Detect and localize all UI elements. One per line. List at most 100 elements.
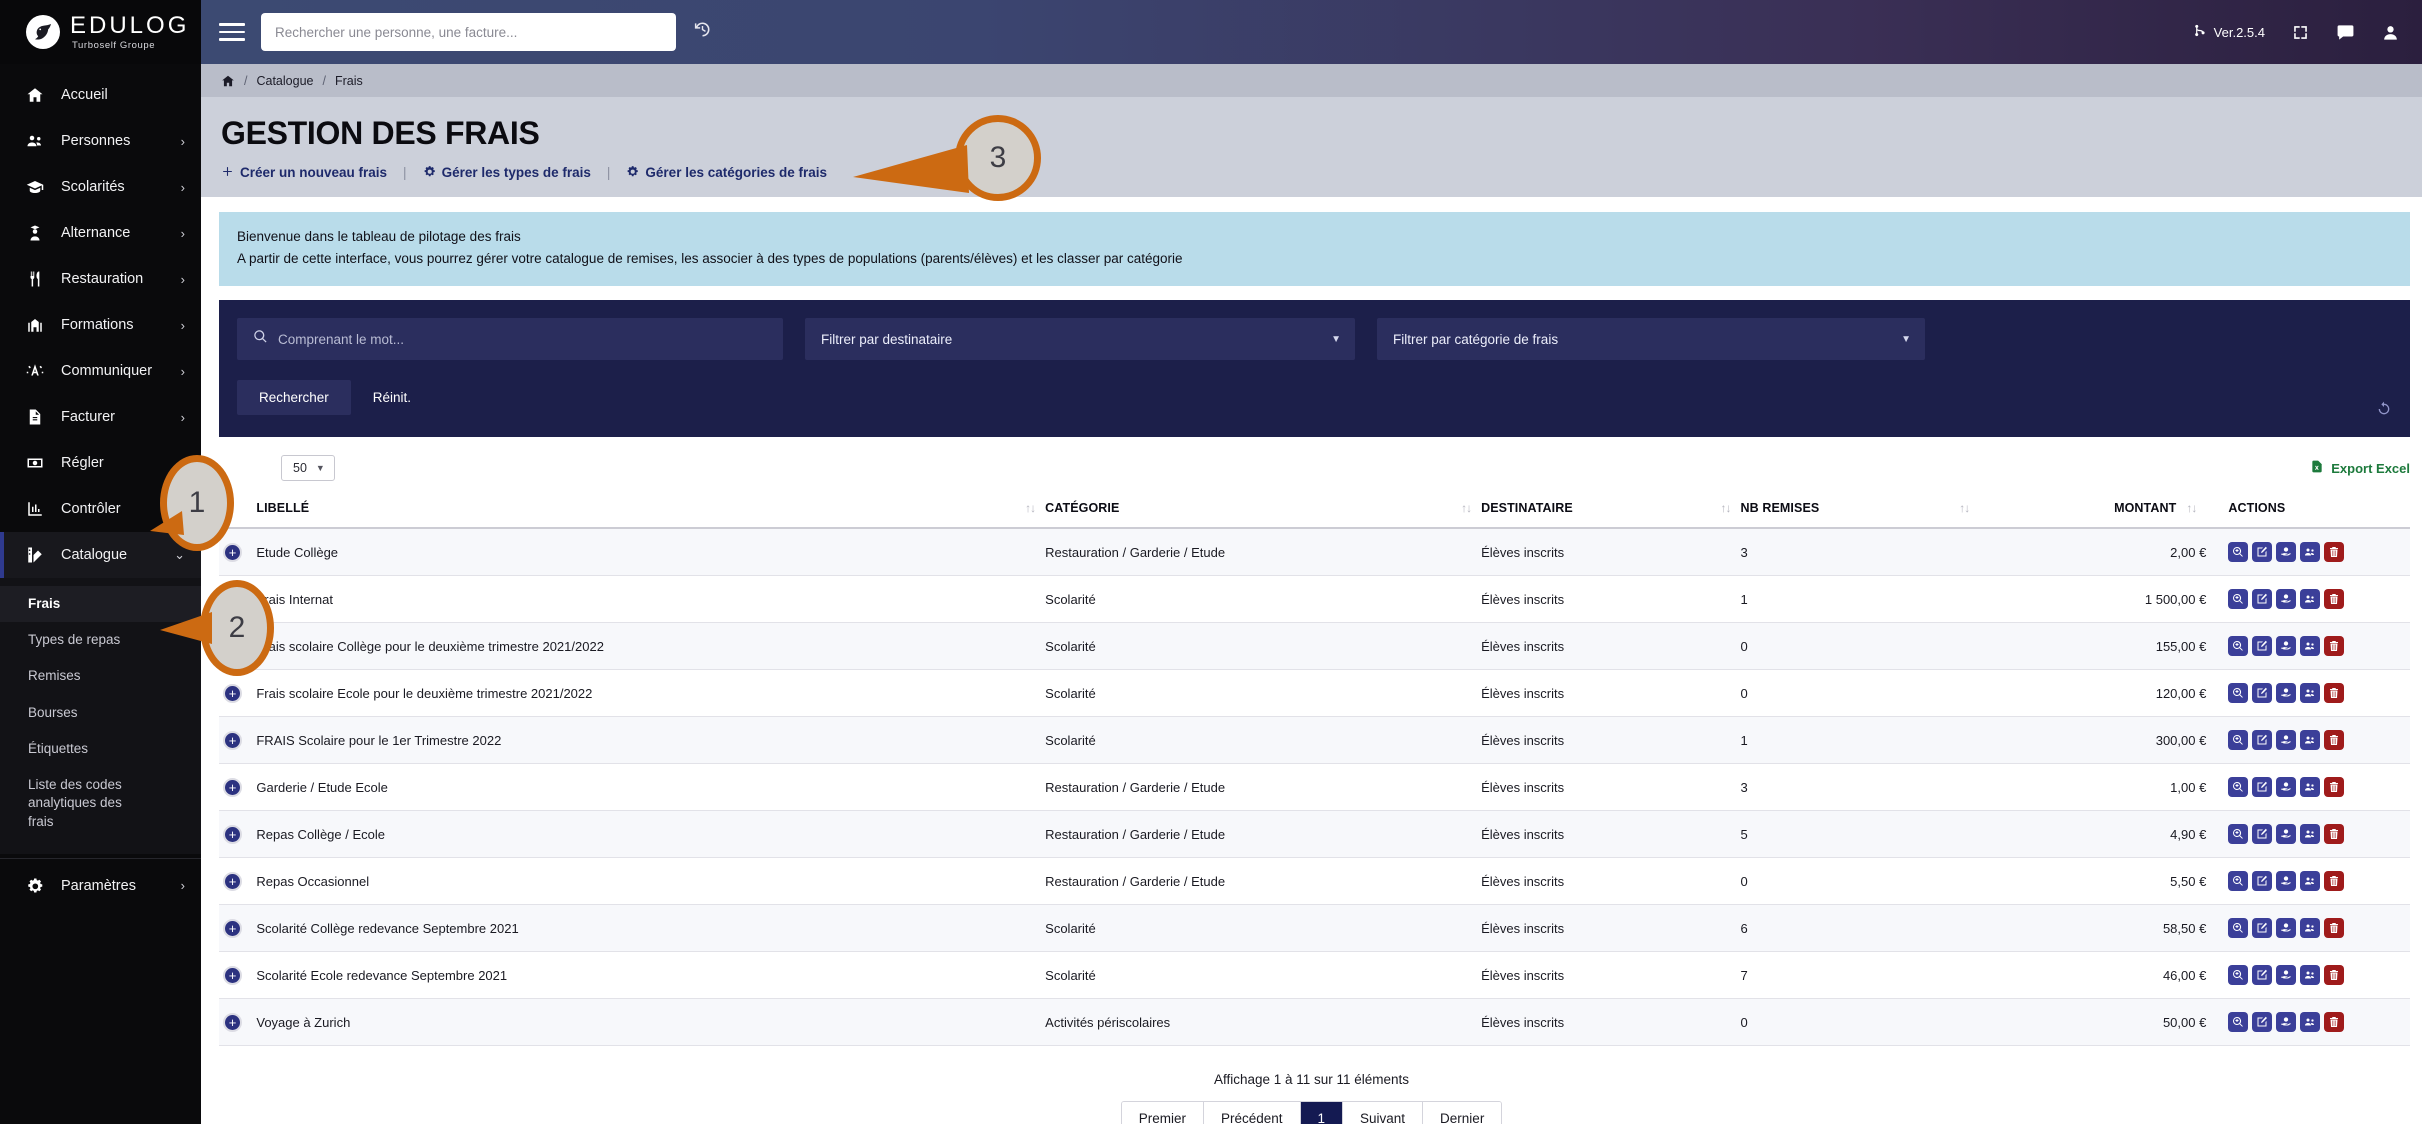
table-row[interactable]: + Garderie / Etude Ecole Restauration / Ga… xyxy=(219,763,2410,812)
discount-button[interactable] xyxy=(2276,777,2297,798)
sort-updown-icon[interactable]: ↑↓ xyxy=(1721,501,1732,515)
sidebar-subitem-bourses[interactable]: Bourses xyxy=(0,695,201,731)
sort-updown-icon[interactable]: ↑↓ xyxy=(2186,501,2197,515)
edit-button[interactable] xyxy=(2252,542,2273,563)
table-row[interactable]: + Repas Occasionnel Restauration / Garderi… xyxy=(219,857,2410,906)
discount-button[interactable] xyxy=(2276,871,2297,892)
view-button[interactable] xyxy=(2228,636,2249,657)
view-button[interactable] xyxy=(2228,824,2249,845)
delete-button[interactable] xyxy=(2324,777,2345,798)
sort-updown-icon[interactable]: ↑↓ xyxy=(1461,501,1472,515)
sidebar-item-parametres[interactable]: Paramètres › xyxy=(0,863,201,909)
discount-button[interactable] xyxy=(2276,965,2297,986)
delete-button[interactable] xyxy=(2324,636,2345,657)
view-button[interactable] xyxy=(2228,965,2249,986)
assign-people-button[interactable] xyxy=(2300,1012,2321,1033)
table-row[interactable]: + FRAIS Scolaire pour le 1er Trimestre 20… xyxy=(219,716,2410,765)
delete-button[interactable] xyxy=(2324,1012,2345,1033)
edit-button[interactable] xyxy=(2252,777,2273,798)
edit-button[interactable] xyxy=(2252,824,2273,845)
edit-button[interactable] xyxy=(2252,636,2273,657)
discount-button[interactable] xyxy=(2276,683,2297,704)
breadcrumb-item-catalogue[interactable]: Catalogue xyxy=(256,74,313,88)
sidebar-item-restauration[interactable]: Restauration › xyxy=(0,256,201,302)
history-icon[interactable] xyxy=(692,19,713,46)
brand[interactable]: EDULOG Turboself Groupe xyxy=(0,0,201,64)
assign-people-button[interactable] xyxy=(2300,730,2321,751)
view-button[interactable] xyxy=(2228,730,2249,751)
pagination-next[interactable]: Suivant xyxy=(1343,1102,1424,1124)
view-button[interactable] xyxy=(2228,871,2249,892)
global-search[interactable] xyxy=(261,13,676,51)
delete-button[interactable] xyxy=(2324,589,2345,610)
destinataire-filter-select[interactable]: Filtrer par destinataire ▼ xyxy=(805,318,1355,361)
reset-button[interactable]: Réinit. xyxy=(373,390,411,405)
col-montant[interactable]: MONTANT ↑↓ xyxy=(1979,491,2229,530)
table-row[interactable]: + Etude Collège Restauration / Garderie / … xyxy=(219,528,2410,577)
pagination-previous[interactable]: Précédent xyxy=(1203,1102,1301,1124)
discount-button[interactable] xyxy=(2276,1012,2297,1033)
col-nb-remises[interactable]: NB REMISES ↑↓ xyxy=(1740,491,1980,530)
plus-circle-icon[interactable]: + xyxy=(223,777,242,797)
view-button[interactable] xyxy=(2228,683,2249,704)
chat-icon[interactable] xyxy=(2336,23,2355,42)
pagination-first[interactable]: Premier xyxy=(1121,1102,1204,1124)
search-input[interactable] xyxy=(275,24,662,40)
edit-button[interactable] xyxy=(2252,918,2273,939)
assign-people-button[interactable] xyxy=(2300,683,2321,704)
manage-fee-types-button[interactable]: Gérer les types de frais xyxy=(423,165,591,181)
view-button[interactable] xyxy=(2228,589,2249,610)
plus-circle-icon[interactable]: + xyxy=(223,1012,242,1032)
sidebar-item-personnes[interactable]: Personnes › xyxy=(0,118,201,164)
user-icon[interactable] xyxy=(2381,23,2400,42)
sidebar-item-facturer[interactable]: Facturer › xyxy=(0,394,201,440)
edit-button[interactable] xyxy=(2252,730,2273,751)
delete-button[interactable] xyxy=(2324,542,2345,563)
delete-button[interactable] xyxy=(2324,871,2345,892)
home-icon[interactable] xyxy=(221,74,235,88)
pagination-page-1[interactable]: 1 xyxy=(1300,1102,1344,1124)
assign-people-button[interactable] xyxy=(2300,824,2321,845)
page-length-select[interactable]: 50 ▼ xyxy=(281,455,335,482)
sidebar-item-formations[interactable]: Formations › xyxy=(0,302,201,348)
sidebar-item-scolarites[interactable]: Scolarités › xyxy=(0,164,201,210)
refresh-icon[interactable] xyxy=(2376,400,2392,423)
table-row[interactable]: + Frais scolaire Ecole pour le deuxième t… xyxy=(219,669,2410,718)
view-button[interactable] xyxy=(2228,777,2249,798)
plus-circle-icon[interactable]: + xyxy=(223,730,242,750)
keyword-input[interactable] xyxy=(278,331,767,347)
edit-button[interactable] xyxy=(2252,871,2273,892)
keyword-search-field[interactable] xyxy=(237,318,783,361)
plus-circle-icon[interactable]: + xyxy=(223,871,242,891)
plus-circle-icon[interactable]: + xyxy=(223,918,242,938)
sort-updown-icon[interactable]: ↑↓ xyxy=(1959,501,1970,515)
table-row[interactable]: +Frais scolaire Collège pour le deuxième… xyxy=(219,622,2410,671)
assign-people-button[interactable] xyxy=(2300,871,2321,892)
table-row[interactable]: + Scolarité Collège redevance Septembre 2… xyxy=(219,904,2410,953)
edit-button[interactable] xyxy=(2252,589,2273,610)
delete-button[interactable] xyxy=(2324,824,2345,845)
view-button[interactable] xyxy=(2228,918,2249,939)
sort-updown-icon[interactable]: ↑↓ xyxy=(1025,501,1036,515)
edit-button[interactable] xyxy=(2252,683,2273,704)
hamburger-icon[interactable] xyxy=(219,18,245,46)
search-button[interactable]: Rechercher xyxy=(237,380,351,416)
plus-circle-icon[interactable]: + xyxy=(223,965,242,985)
sidebar-item-communiquer[interactable]: Communiquer › xyxy=(0,348,201,394)
col-destinataire[interactable]: DESTINATAIRE ↑↓ xyxy=(1481,491,1741,530)
table-row[interactable]: +Frais InternatScolaritéÉlèves inscrits1… xyxy=(219,575,2410,624)
sidebar-item-accueil[interactable]: Accueil xyxy=(0,72,201,118)
col-libelle[interactable]: LIBELLÉ ↑↓ xyxy=(256,491,1046,530)
delete-button[interactable] xyxy=(2324,918,2345,939)
discount-button[interactable] xyxy=(2276,824,2297,845)
manage-fee-categories-button[interactable]: Gérer les catégories de frais xyxy=(626,165,827,181)
edit-button[interactable] xyxy=(2252,1012,2273,1033)
create-new-fee-button[interactable]: Créer un nouveau frais xyxy=(221,165,387,181)
discount-button[interactable] xyxy=(2276,636,2297,657)
edit-button[interactable] xyxy=(2252,965,2273,986)
discount-button[interactable] xyxy=(2276,589,2297,610)
sidebar-subitem-codes-analytiques[interactable]: Liste des codes analytiques des frais xyxy=(0,767,150,840)
delete-button[interactable] xyxy=(2324,683,2345,704)
export-excel-button[interactable]: Export Excel xyxy=(2310,459,2410,477)
delete-button[interactable] xyxy=(2324,965,2345,986)
